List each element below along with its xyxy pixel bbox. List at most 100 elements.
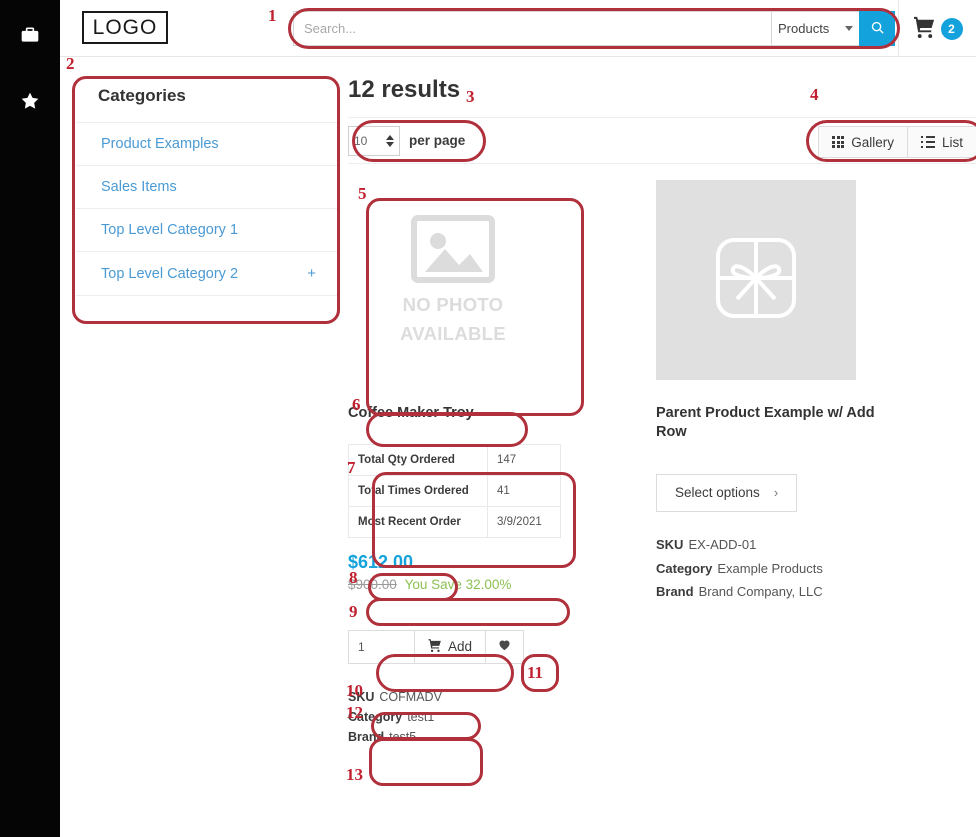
meta-key: Category: [656, 560, 713, 576]
meta-row-sku: SKU COFMADV: [348, 688, 578, 706]
product-grid: NO PHOTO AVAILABLE Coffee Maker Troy Tot…: [348, 180, 976, 748]
product-title[interactable]: Parent Product Example w/ Add Row: [656, 404, 886, 442]
table-row: Total Times Ordered 41: [348, 474, 561, 507]
product-card: NO PHOTO AVAILABLE Coffee Maker Troy Tot…: [348, 180, 578, 748]
meta-key: Brand: [348, 730, 385, 745]
sidebar-item-label: Product Examples: [101, 136, 219, 152]
list-icon: [921, 136, 935, 149]
meta-value: Example Products: [717, 560, 823, 576]
sidebar-item-top-level-category-1[interactable]: Top Level Category 1: [76, 208, 338, 251]
meta-row-category: Category test1: [348, 708, 578, 726]
annotation-number-3: 3: [466, 87, 475, 106]
meta-value: EX-ADD-01: [688, 536, 757, 552]
rail-item-star[interactable]: [7, 80, 53, 126]
meta-key: SKU: [348, 689, 375, 704]
annotation-number-13: 13: [346, 765, 363, 784]
annotation-number-2: 2: [66, 54, 75, 73]
stat-key: Total Times Ordered: [348, 474, 488, 507]
stat-value: 41: [487, 474, 561, 507]
search-button[interactable]: [859, 11, 895, 46]
meta-key: SKU: [656, 536, 684, 552]
stepper-arrows-icon[interactable]: [386, 134, 394, 147]
meta-key: Brand: [656, 584, 694, 600]
add-to-cart-row: Add: [348, 629, 578, 664]
categories-title: Categories: [98, 86, 186, 105]
stat-key: Most Recent Order: [348, 505, 488, 538]
results-count: 12 results: [348, 76, 461, 103]
per-page-label: per page: [409, 133, 466, 148]
search-bar: Products: [293, 11, 895, 46]
chevron-right-icon: ›: [773, 485, 779, 501]
cart-icon: [428, 638, 442, 655]
meta-value: Brand Company, LLC: [698, 584, 823, 600]
sidebar-item-label: Top Level Category 2: [101, 265, 239, 282]
product-card: Parent Product Example w/ Add Row Select…: [656, 180, 886, 748]
results-toolbar: 10 per page Gallery List: [348, 117, 976, 164]
gallery-label: Gallery: [851, 134, 894, 150]
tab-gallery-view[interactable]: Gallery: [818, 126, 908, 158]
product-meta: SKU COFMADV Category test1 Brand test5: [348, 688, 578, 746]
original-price: $900.00: [348, 576, 397, 592]
no-photo-line-1: NO PHOTO: [402, 293, 504, 315]
left-rail: [0, 0, 60, 837]
meta-row-category: Category Example Products: [656, 560, 886, 579]
page-header: LOGO Products 2: [60, 0, 976, 57]
meta-row-brand: Brand test5: [348, 728, 578, 746]
per-page-value: 10: [354, 133, 368, 148]
quantity-input[interactable]: [348, 629, 414, 664]
cart-count-badge: 2: [940, 17, 963, 40]
search-icon: [870, 20, 885, 38]
stat-key: Total Qty Ordered: [348, 443, 488, 476]
sidebar-item-sales-items[interactable]: Sales Items: [76, 165, 338, 208]
categories-panel: Categories Product Examples Sales Items …: [76, 78, 338, 296]
product-meta: SKU EX-ADD-01 Category Example Products Br…: [656, 536, 886, 603]
wishlist-button[interactable]: [486, 629, 525, 664]
product-price-compare: $900.00 You Save 32.00%: [348, 577, 578, 592]
add-to-cart-button[interactable]: Add: [414, 629, 487, 664]
cart-icon: [913, 15, 936, 43]
categories-divider: [76, 295, 338, 296]
search-scope-select[interactable]: Products: [771, 11, 859, 46]
meta-row-brand: Brand Brand Company, LLC: [656, 583, 886, 602]
table-row: Total Qty Ordered 147: [348, 443, 561, 476]
grid-icon: [832, 136, 845, 148]
annotation-number-4: 4: [810, 85, 819, 104]
heart-icon: [497, 637, 512, 657]
image-placeholder-icon: [411, 214, 495, 288]
table-row: Most Recent Order 3/9/2021: [348, 505, 561, 538]
savings-text: You Save 32.00%: [404, 576, 512, 592]
stat-value: 3/9/2021: [487, 505, 561, 538]
product-title[interactable]: Coffee Maker Troy: [348, 404, 578, 423]
product-stats-table: Total Qty Ordered 147 Total Times Ordere…: [348, 443, 561, 538]
product-image-placeholder[interactable]: NO PHOTO AVAILABLE: [348, 180, 558, 380]
search-scope-value: Products: [778, 21, 830, 36]
select-options-label: Select options: [675, 485, 760, 501]
star-icon: [20, 91, 40, 116]
list-label: List: [941, 134, 963, 150]
view-toggle: Gallery List: [818, 126, 976, 158]
tab-list-view[interactable]: List: [906, 126, 976, 158]
meta-key: Category: [348, 709, 403, 724]
sidebar-item-top-level-category-2[interactable]: Top Level Category 2 +: [76, 251, 338, 295]
meta-row-sku: SKU EX-ADD-01: [656, 536, 886, 555]
meta-value: test1: [407, 709, 435, 724]
rail-item-briefcase[interactable]: [7, 14, 53, 60]
meta-value: test5: [389, 730, 417, 745]
meta-value: COFMADV: [379, 689, 442, 704]
product-image[interactable]: [656, 180, 856, 380]
per-page-control: 10 per page: [348, 125, 466, 156]
product-price: $612.00: [348, 551, 414, 572]
gift-box-icon: [695, 217, 817, 344]
select-options-button[interactable]: Select options ›: [656, 473, 798, 512]
stat-value: 147: [487, 443, 561, 476]
per-page-stepper[interactable]: 10: [348, 125, 400, 156]
no-photo-line-2: AVAILABLE: [400, 322, 506, 344]
sidebar-item-label: Top Level Category 1: [101, 222, 239, 238]
add-button-label: Add: [448, 639, 473, 655]
expand-plus-icon[interactable]: +: [307, 265, 316, 282]
search-input[interactable]: [293, 11, 771, 46]
logo[interactable]: LOGO: [82, 11, 168, 44]
sidebar-item-product-examples[interactable]: Product Examples: [76, 122, 338, 165]
chevron-down-icon: [845, 26, 853, 31]
cart-button[interactable]: 2: [898, 0, 976, 57]
